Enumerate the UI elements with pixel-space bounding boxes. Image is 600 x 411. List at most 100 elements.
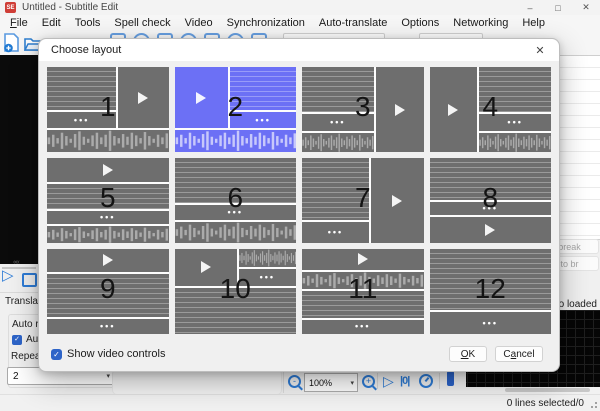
layout-option-6[interactable]: •••6 (175, 158, 297, 243)
mini-video (376, 67, 424, 152)
layout-group: ••• (239, 249, 296, 286)
mini-list (479, 67, 551, 112)
layout-group: ••• (302, 158, 369, 243)
window-title: Untitled - Subtitle Edit (22, 2, 118, 13)
menu-item-help[interactable]: Help (515, 15, 552, 32)
zoom-in-icon[interactable]: + (362, 375, 375, 388)
auto-checkbox[interactable]: ✓ (12, 335, 22, 345)
menu-item-options[interactable]: Options (394, 15, 446, 32)
mini-text: ••• (430, 312, 552, 334)
layout-option-3[interactable]: •••3 (302, 67, 424, 152)
layout-option-1[interactable]: •••1 (47, 67, 169, 152)
menu-item-synchronization[interactable]: Synchronization (220, 15, 312, 32)
layout-group: ••• (430, 158, 552, 243)
ok-button[interactable]: OK (449, 346, 487, 362)
play-icon (395, 104, 405, 116)
layout-option-7[interactable]: •••7 (302, 158, 424, 243)
mini-list (175, 158, 297, 203)
layout-group: ••• (175, 249, 297, 334)
new-file-icon[interactable] (3, 33, 20, 53)
menu-item-video[interactable]: Video (178, 15, 220, 32)
chevron-down-icon: ▾ (106, 372, 110, 380)
play-icon (358, 253, 368, 265)
textbox-dots: ••• (328, 228, 343, 237)
layout-option-2[interactable]: •••2 (175, 67, 297, 152)
menu-item-networking[interactable]: Networking (446, 15, 515, 32)
mini-text: ••• (302, 320, 424, 334)
mini-list (175, 288, 297, 334)
repeat-count-value: 2 (13, 371, 19, 382)
mini-video (302, 249, 424, 270)
resize-grip[interactable] (591, 402, 597, 408)
mini-list (430, 249, 552, 310)
video-player-area (0, 55, 38, 264)
waveform-zoom-select[interactable]: 100% ▾ (304, 373, 358, 392)
mini-text: ••• (47, 112, 116, 129)
dialog-footer: ✓ Show video controls OK Cancel (39, 343, 559, 365)
menu-item-auto-translate[interactable]: Auto-translate (312, 15, 394, 32)
textbox-dots: ••• (74, 116, 89, 125)
video-play-button[interactable]: ▷ (2, 268, 14, 283)
playback-speed-icon[interactable] (419, 374, 433, 388)
zero-offset-button[interactable]: |0| (400, 375, 409, 387)
mini-wave (479, 133, 551, 152)
play-icon (201, 261, 211, 273)
menu-item-spell-check[interactable]: Spell check (107, 15, 177, 32)
layout-group: ••• (430, 67, 552, 152)
play-icon (392, 195, 402, 207)
layout-group: ••• (430, 249, 552, 334)
maximize-button[interactable]: □ (544, 0, 572, 15)
menu-item-tools[interactable]: Tools (68, 15, 108, 32)
mini-video (430, 67, 478, 152)
dialog-close-icon[interactable]: ✕ (529, 41, 551, 59)
mini-text: ••• (302, 222, 369, 243)
menu-item-edit[interactable]: Edit (35, 15, 68, 32)
mini-list (302, 67, 374, 112)
layout-option-4[interactable]: •••4 (430, 67, 552, 152)
divider (283, 372, 284, 393)
scrollbar-thumb[interactable] (505, 388, 590, 392)
menu-item-file[interactable]: File (3, 15, 35, 32)
textbox-dots: ••• (330, 118, 345, 127)
waveform-play-button[interactable]: ▷ (383, 372, 394, 390)
choose-layout-dialog: Choose layout ✕ •••1•••2•••3•••4 •••5•••6… (38, 38, 560, 372)
video-stop-button[interactable] (22, 273, 37, 287)
mini-text: ••• (302, 114, 374, 130)
layout-group: ••• (175, 67, 297, 152)
mini-video (47, 158, 169, 182)
show-video-controls-label: Show video controls (67, 348, 165, 360)
mini-list (47, 184, 169, 209)
subtitle-edit-window: SE Untitled - Subtitle Edit – □ ✕ FileEd… (0, 0, 600, 411)
mini-text: ••• (430, 202, 552, 215)
layout-option-10[interactable]: •••10 (175, 249, 297, 334)
show-video-controls-row[interactable]: ✓ Show video controls (51, 348, 165, 360)
waveform-zoom-value: 100% (309, 378, 332, 388)
divider (0, 292, 38, 293)
mini-text: ••• (47, 319, 169, 334)
close-button[interactable]: ✕ (572, 0, 600, 15)
layout-option-12[interactable]: •••12 (430, 249, 552, 334)
layout-option-8[interactable]: •••8 (430, 158, 552, 243)
mini-wave (175, 222, 297, 243)
play-icon (485, 224, 495, 236)
mini-video (430, 217, 552, 243)
mini-wave (47, 226, 169, 243)
layout-group: ••• (175, 249, 297, 286)
chevron-down-icon: ▾ (350, 379, 354, 387)
textbox-dots: ••• (483, 319, 498, 328)
cancel-button[interactable]: Cancel (495, 346, 543, 362)
layout-group: ••• (302, 67, 374, 152)
rewind-marks: «« (13, 259, 19, 266)
subtitle-list-view[interactable] (557, 55, 600, 240)
layout-option-9[interactable]: •••9 (47, 249, 169, 334)
show-video-controls-checkbox[interactable]: ✓ (51, 349, 62, 360)
zoom-out-icon[interactable]: - (288, 375, 301, 388)
layout-option-11[interactable]: •••11 (302, 249, 424, 334)
layout-option-5[interactable]: •••5 (47, 158, 169, 243)
position-marker-icon[interactable] (447, 371, 454, 386)
mini-video (175, 67, 229, 128)
mini-text: ••• (47, 211, 169, 224)
dialog-title-bar: Choose layout ✕ (39, 39, 559, 61)
minimize-button[interactable]: – (516, 0, 544, 15)
layout-group: ••• (175, 158, 297, 243)
